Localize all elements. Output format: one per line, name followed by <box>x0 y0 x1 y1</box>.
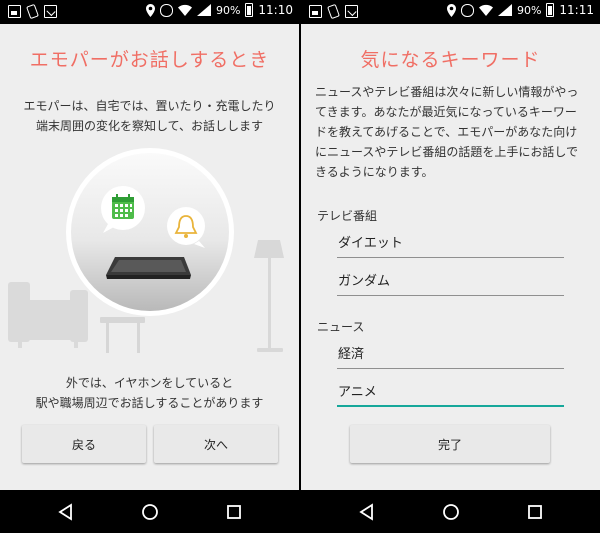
navigation-bar <box>0 490 299 533</box>
rotation-icon <box>327 3 340 20</box>
image-notification-icon <box>8 5 21 18</box>
location-icon <box>145 3 155 17</box>
done-button[interactable]: 完了 <box>350 425 550 463</box>
news-keyword-field-2[interactable]: アニメ <box>337 383 564 407</box>
nav-home-button[interactable] <box>421 490 481 533</box>
smartphone-icon <box>106 257 191 279</box>
battery-percent: 90% <box>516 3 542 17</box>
next-button[interactable]: 次へ <box>154 425 278 463</box>
page-title: エモパーがお話しするとき <box>29 49 270 71</box>
nfc-icon <box>460 3 474 17</box>
outside-description-line2: 駅や職場周辺でお話しすることがあります <box>35 396 264 410</box>
news-section-label: ニュース <box>317 320 365 334</box>
home-circle-icon <box>142 503 158 520</box>
signal-icon <box>196 4 211 16</box>
battery-icon <box>245 3 254 17</box>
navigation-bar <box>301 490 600 533</box>
nav-home-button[interactable] <box>120 490 180 533</box>
nfc-icon <box>159 3 173 17</box>
download-icon <box>345 5 358 18</box>
home-description-line2: 端末周囲の変化を察知して、お話しします <box>35 119 264 133</box>
recents-square-icon <box>227 504 241 519</box>
keyword-description: ニュースやテレビ番組は次々に新しい情報がやってきます。あなたが最近気になっている… <box>315 85 579 179</box>
tv-keyword-field-1[interactable]: ダイエット <box>337 234 564 258</box>
image-notification-icon <box>309 5 322 18</box>
outside-description-line1: 外では、イヤホンをしていると <box>65 376 234 390</box>
screen-keywords: 90% 11:11 気になるキーワード ニュースやテレビ番組は次々に新しい情報が… <box>301 0 600 533</box>
home-description: エモパーは、自宅では、置いたり・充電したり 端末周囲の変化を察知して、お話ししま… <box>0 96 299 136</box>
sofa-icon <box>8 282 88 348</box>
news-keyword-field-1[interactable]: 経済 <box>337 345 564 369</box>
nav-back-button[interactable] <box>36 490 96 533</box>
nav-recents-button[interactable] <box>204 490 264 533</box>
recents-square-icon <box>528 504 542 519</box>
nav-back-button[interactable] <box>337 490 397 533</box>
clock: 11:11 <box>559 3 594 17</box>
back-triangle-icon <box>359 502 373 521</box>
nav-recents-button[interactable] <box>505 490 565 533</box>
screen-when-emopa-talks: 90% 11:10 エモパーがお話しするとき エモパーは、自宅では、置いたり・充… <box>0 0 299 533</box>
illustration <box>8 148 284 353</box>
home-circle-icon <box>443 503 459 520</box>
home-description-line1: エモパーは、自宅では、置いたり・充電したり <box>23 99 276 113</box>
status-bar: 90% 11:11 <box>301 0 600 24</box>
back-button[interactable]: 戻る <box>22 425 146 463</box>
clock: 11:10 <box>258 3 293 17</box>
location-icon <box>446 3 456 17</box>
battery-icon <box>546 3 555 17</box>
wifi-icon <box>177 4 192 16</box>
download-icon <box>44 5 57 18</box>
table-icon <box>100 317 145 353</box>
status-bar: 90% 11:10 <box>0 0 299 24</box>
back-triangle-icon <box>58 502 72 521</box>
page-title: 気になるキーワード <box>360 49 541 71</box>
outside-description: 外では、イヤホンをしていると 駅や職場周辺でお話しすることがあります <box>0 373 299 413</box>
rotation-icon <box>26 3 39 20</box>
tv-keyword-field-2[interactable]: ガンダム <box>337 272 564 296</box>
floor-lamp-icon <box>254 240 284 352</box>
wifi-icon <box>478 4 493 16</box>
tv-section-label: テレビ番組 <box>317 209 378 223</box>
signal-icon <box>497 4 512 16</box>
battery-percent: 90% <box>215 3 241 17</box>
